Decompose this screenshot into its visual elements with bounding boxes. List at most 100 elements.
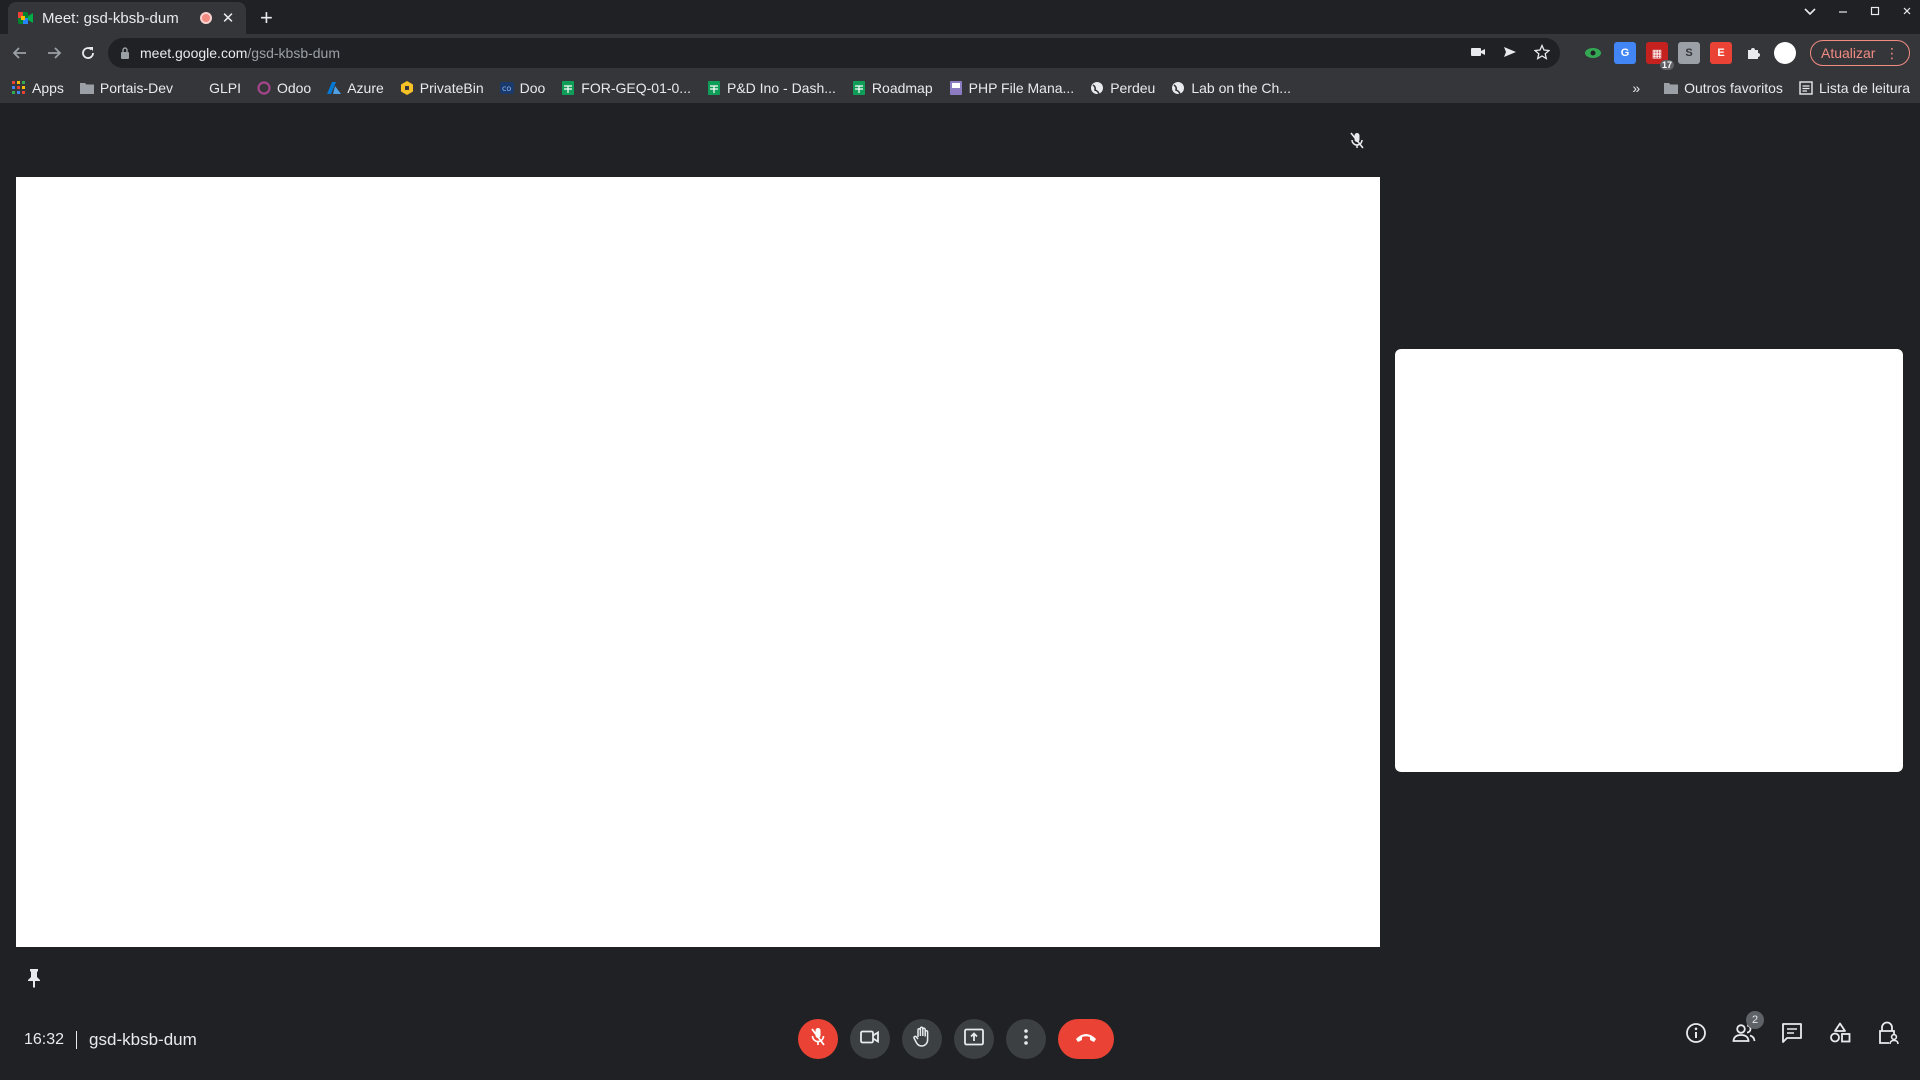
extension-badge: 17 [1659, 60, 1674, 70]
extensions-area: G ▦ 17 S E [1582, 42, 1796, 70]
main-video-tile[interactable] [16, 177, 1380, 947]
address-bar[interactable]: meet.google.com/gsd-kbsb-dum [108, 38, 1560, 68]
browser-tab-meet[interactable]: Meet: gsd-kbsb-dum ✕ [8, 2, 246, 34]
leave-call-button[interactable] [1058, 1019, 1114, 1059]
url-host: meet.google.com [140, 45, 248, 61]
bookmark-pd-ino-dash[interactable]: P&D Ino - Dash... [707, 80, 836, 96]
reload-icon[interactable] [74, 39, 102, 67]
bookmark-for-geq[interactable]: FOR-GEQ-01-0... [561, 80, 691, 96]
mic-off-icon [809, 1027, 827, 1052]
hand-icon [912, 1026, 932, 1053]
bookmark-roadmap[interactable]: Roadmap [852, 80, 933, 96]
meeting-details-button[interactable] [1684, 1022, 1708, 1049]
bookmarks-bar: Apps Portais-Dev GLPI Odoo Azure Private… [0, 72, 1920, 104]
google-meet-icon [18, 10, 34, 26]
back-arrow-icon[interactable] [6, 39, 34, 67]
self-video-tile[interactable] [1395, 349, 1903, 772]
more-options-button[interactable] [1006, 1019, 1046, 1059]
azure-icon [327, 81, 342, 95]
s-extension-icon[interactable]: S [1678, 42, 1700, 64]
side-panel-controls: 2 [1684, 1011, 1900, 1050]
bookmark-lab-on-the-ch[interactable]: Lab on the Ch... [1171, 80, 1291, 96]
sheets-icon [852, 80, 866, 95]
eye-extension-icon[interactable] [1582, 42, 1604, 64]
tab-search-icon[interactable] [1804, 4, 1816, 19]
activities-shapes-icon [1829, 1022, 1851, 1049]
bookmark-php-file-manager[interactable]: PHP File Mana... [949, 79, 1075, 96]
folder-icon [1664, 81, 1679, 95]
meet-stage: 16:32 gsd-kbsb-dum 2 [0, 104, 1920, 1080]
bookmark-glpi[interactable]: GLPI [189, 80, 241, 96]
bookmarks-overflow-button[interactable]: » [1632, 80, 1640, 96]
maximize-window-icon[interactable] [1870, 4, 1880, 19]
bookmark-label: Doo [519, 79, 546, 96]
forward-arrow-icon[interactable] [40, 39, 68, 67]
globe-icon [1090, 81, 1104, 95]
activities-button[interactable] [1828, 1022, 1852, 1049]
sheets-icon [707, 80, 721, 95]
bookmark-outros-favoritos[interactable]: Outros favoritos [1664, 80, 1783, 96]
microphone-toggle-button[interactable] [798, 1019, 838, 1059]
browser-toolbar: meet.google.com/gsd-kbsb-dum G ▦17 S E [0, 34, 1920, 72]
call-controls [798, 1019, 1114, 1059]
present-to-all-icon [964, 1028, 984, 1051]
lock-icon[interactable] [120, 47, 130, 59]
bookmark-label: FOR-GEQ-01-0... [581, 79, 691, 96]
minimize-window-icon[interactable] [1838, 4, 1848, 19]
new-tab-button[interactable]: + [260, 5, 273, 31]
videocam-icon [860, 1029, 880, 1050]
bookmark-label: PHP File Mana... [968, 79, 1075, 96]
meeting-details: 16:32 gsd-kbsb-dum [24, 1030, 197, 1050]
puzzle-extensions-icon[interactable] [1742, 42, 1764, 64]
people-button[interactable]: 2 [1732, 1011, 1764, 1047]
info-icon [1685, 1022, 1707, 1049]
bookmark-odoo[interactable]: Odoo [257, 80, 311, 96]
lock-person-icon [1877, 1021, 1899, 1050]
bookmark-label: Apps [32, 79, 64, 96]
bookmark-azure[interactable]: Azure [327, 80, 384, 96]
bookmarks-right: » Outros favoritos Lista de leitura [1632, 72, 1910, 104]
more-vertical-icon [1023, 1028, 1029, 1051]
bookmark-label: Portais-Dev [99, 79, 174, 96]
bookmark-label: Perdeu [1110, 79, 1156, 96]
send-to-device-icon[interactable] [1502, 44, 1518, 65]
bookmark-label: Outros favoritos [1684, 80, 1783, 96]
bookmark-privatebin[interactable]: PrivateBin [400, 80, 484, 96]
apps-grid-icon [12, 80, 26, 95]
tab-title: Meet: gsd-kbsb-dum [42, 9, 179, 27]
meeting-time: 16:32 [24, 1031, 65, 1048]
globe-icon [1171, 81, 1185, 95]
odoo-icon [257, 80, 271, 95]
host-controls-button[interactable] [1876, 1021, 1900, 1050]
bookmark-label: Lista de leitura [1818, 80, 1910, 96]
php-icon [949, 80, 963, 95]
sheets-icon [561, 80, 575, 95]
bookmark-apps[interactable]: Apps [12, 80, 64, 96]
present-screen-button[interactable] [954, 1019, 994, 1059]
close-tab-icon[interactable]: ✕ [220, 9, 236, 27]
pin-icon[interactable] [26, 968, 42, 993]
profile-avatar[interactable] [1774, 42, 1796, 64]
bookmark-label: Odoo [276, 79, 312, 96]
translate-extension-icon[interactable]: G [1614, 42, 1636, 64]
recording-dot-icon [200, 12, 212, 24]
raise-hand-button[interactable] [902, 1019, 942, 1059]
update-browser-button[interactable]: Atualizar ⋮ [1810, 40, 1910, 66]
close-window-icon[interactable] [1902, 4, 1912, 19]
bookmark-star-icon[interactable] [1533, 43, 1551, 65]
bookmark-portais-dev[interactable]: Portais-Dev [79, 79, 174, 96]
reading-list-button[interactable]: Lista de leitura [1799, 80, 1910, 96]
call-end-icon [1074, 1030, 1098, 1048]
camera-in-use-icon[interactable] [1470, 44, 1486, 65]
e-extension-icon[interactable]: E [1710, 42, 1732, 64]
bookmark-perdeu[interactable]: Perdeu [1090, 80, 1155, 96]
doo-icon: co [499, 81, 514, 95]
bookmark-label: Azure [347, 79, 384, 96]
privatebin-icon [400, 80, 414, 95]
camera-toggle-button[interactable] [850, 1019, 890, 1059]
calendar-extension-icon[interactable]: ▦ 17 [1646, 42, 1674, 70]
chat-button[interactable] [1780, 1022, 1804, 1047]
separator [76, 1031, 78, 1049]
bookmark-doo[interactable]: co Doo [499, 79, 546, 96]
participants-count-badge: 2 [1746, 1011, 1764, 1029]
